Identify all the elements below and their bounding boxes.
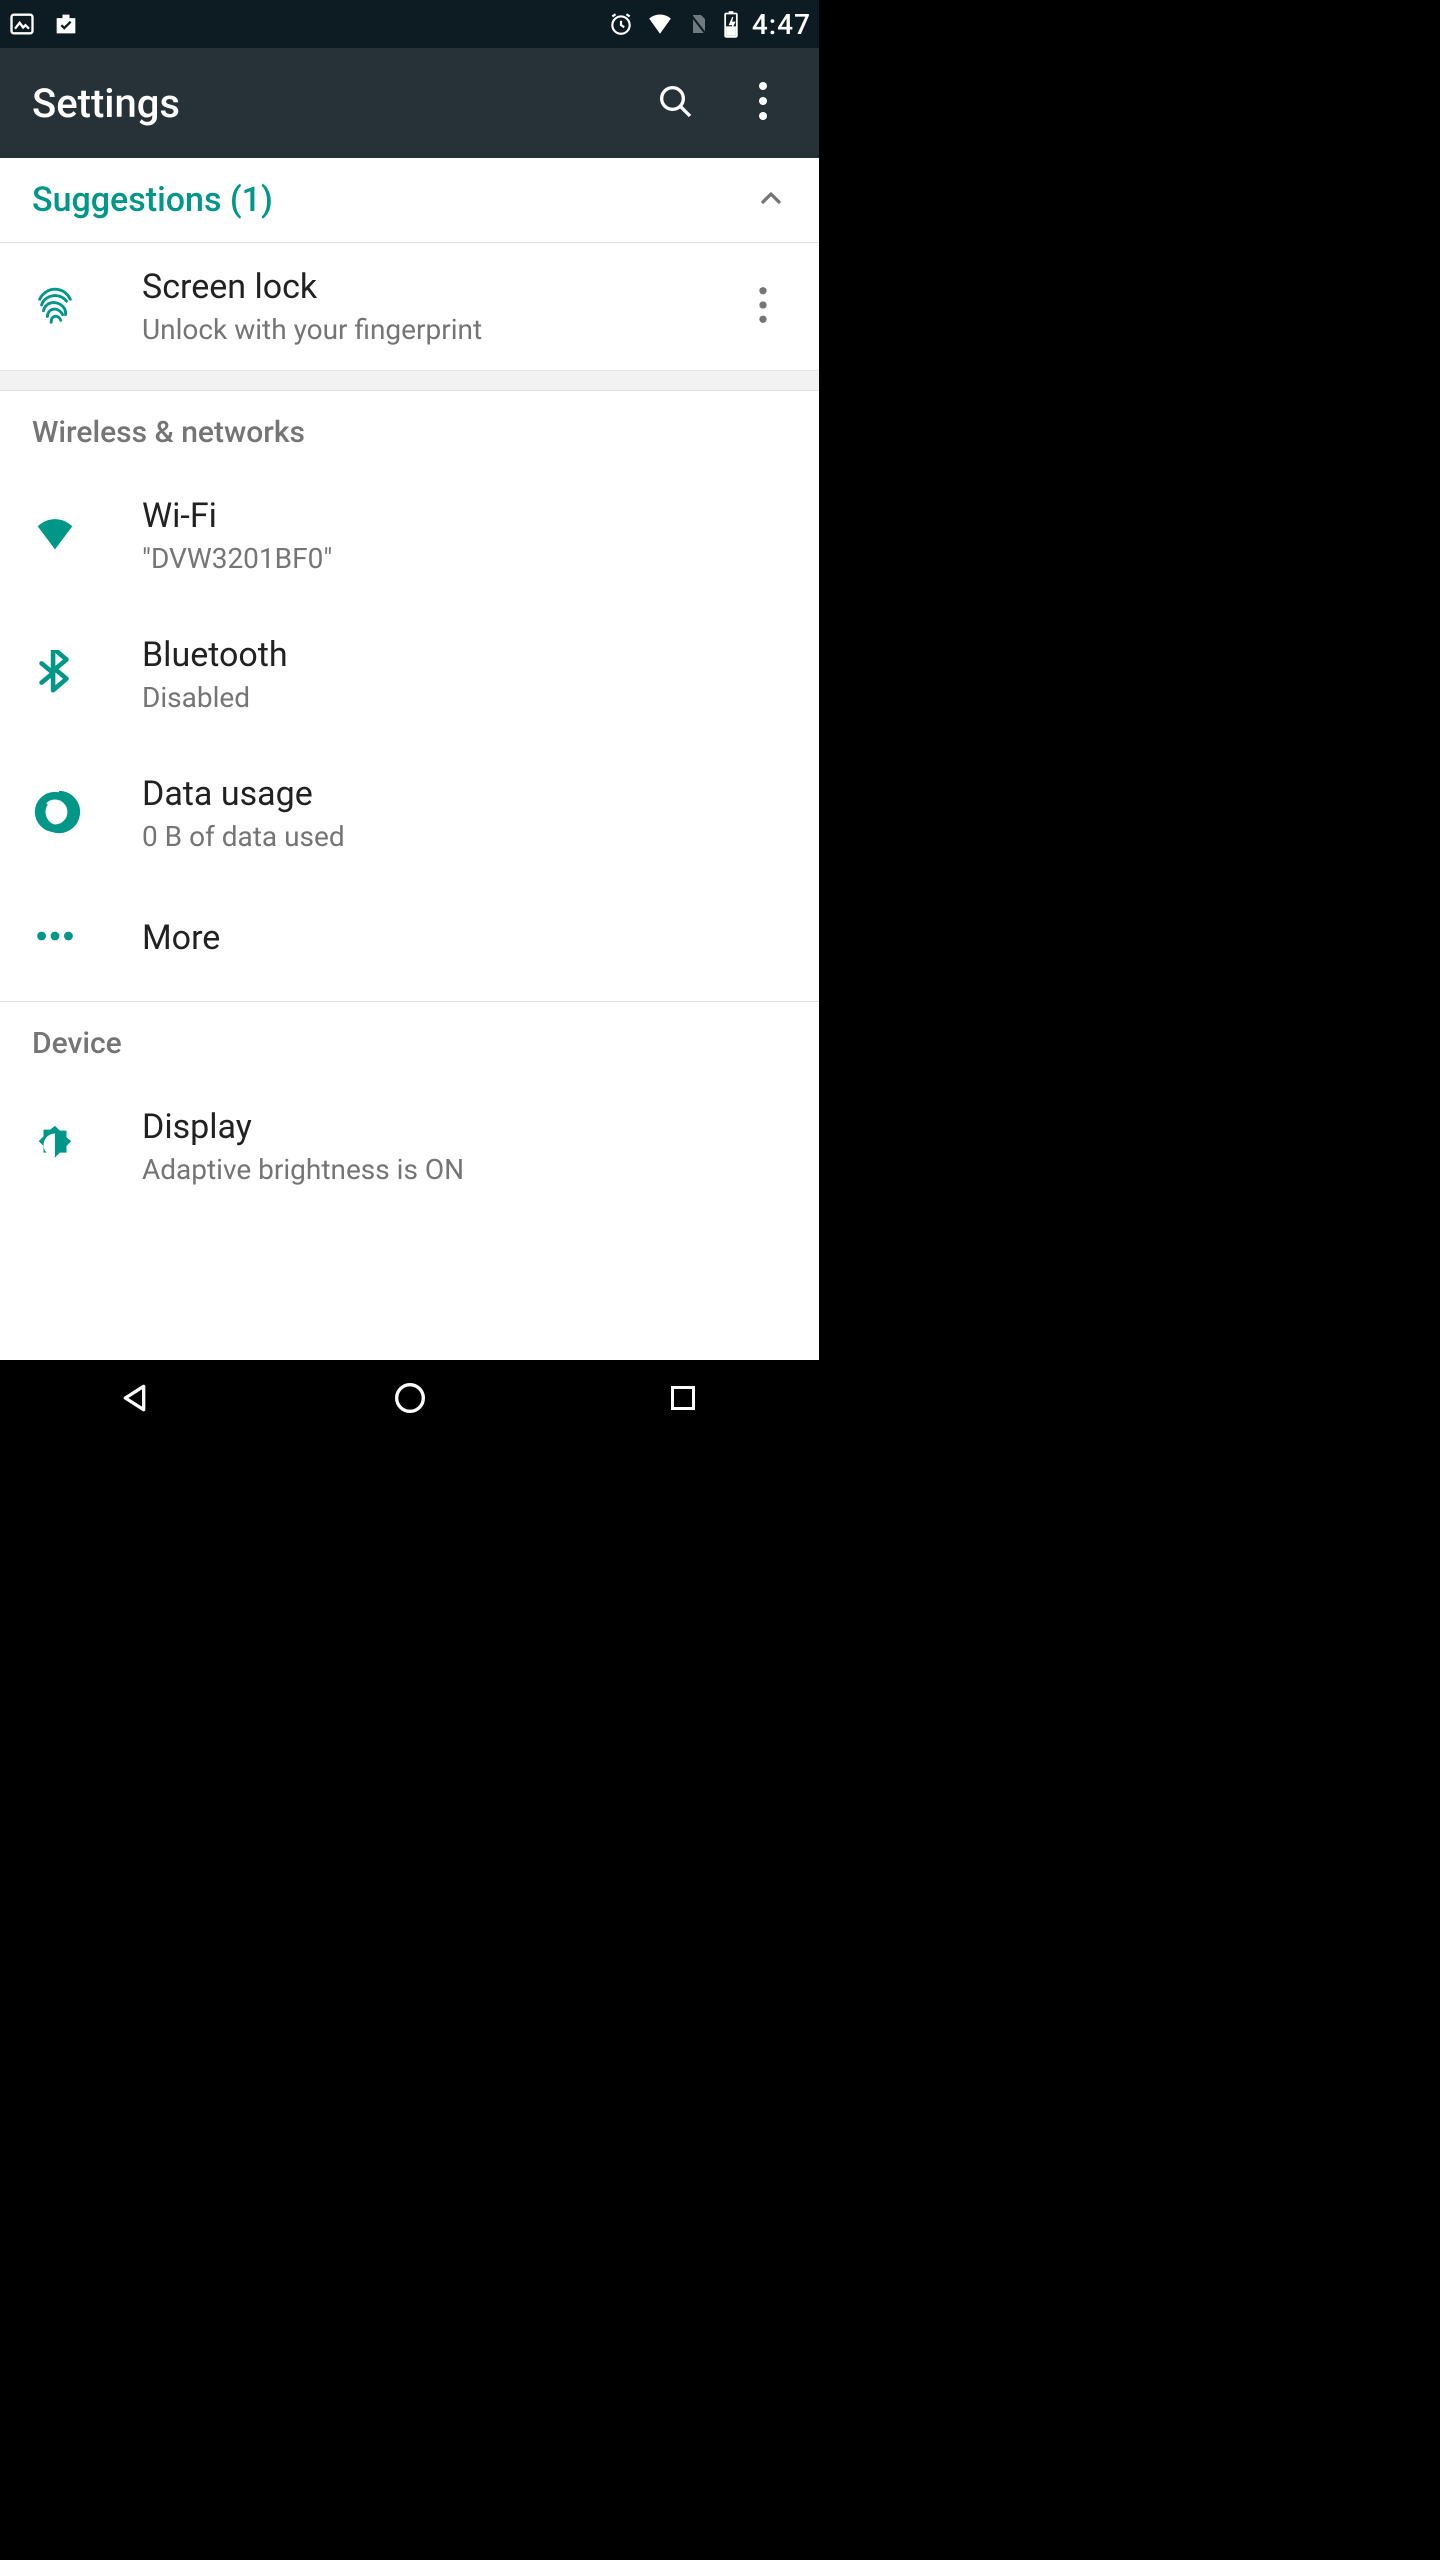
battery-charging-icon <box>722 10 740 38</box>
status-time: 4:47 <box>752 8 811 41</box>
chevron-up-icon <box>755 199 787 218</box>
nav-recent-button[interactable] <box>623 1376 743 1424</box>
section-header-wireless: Wireless & networks <box>0 391 819 466</box>
section-header-label: Wireless & networks <box>32 415 787 450</box>
briefcase-check-icon <box>52 10 80 38</box>
more-vert-icon <box>757 81 769 125</box>
section-header-device: Device <box>0 1002 819 1077</box>
overflow-menu-button[interactable] <box>739 79 787 127</box>
data-usage-icon <box>32 789 82 839</box>
section-gap <box>0 371 819 391</box>
setting-title: Display <box>142 1107 795 1147</box>
wifi-icon <box>32 511 78 561</box>
search-button[interactable] <box>651 79 699 127</box>
setting-title: Data usage <box>142 774 795 814</box>
no-sim-icon <box>686 10 710 38</box>
setting-title: Bluetooth <box>142 635 795 675</box>
page-title: Settings <box>32 80 180 127</box>
suggestion-screen-lock[interactable]: Screen lock Unlock with your fingerprint <box>0 243 819 371</box>
setting-wifi[interactable]: Wi-Fi "DVW3201BF0" <box>0 466 819 605</box>
section-header-label: Device <box>32 1026 787 1061</box>
setting-subtitle: "DVW3201BF0" <box>142 542 795 575</box>
suggestions-header[interactable]: Suggestions (1) <box>0 158 819 243</box>
setting-data-usage[interactable]: Data usage 0 B of data used <box>0 744 819 883</box>
more-vert-icon <box>758 286 768 328</box>
navigation-bar <box>0 1360 819 1440</box>
more-horiz-icon <box>32 913 78 963</box>
setting-title: More <box>142 918 795 958</box>
setting-title: Wi-Fi <box>142 496 795 536</box>
home-icon <box>390 1378 430 1422</box>
setting-subtitle: Adaptive brightness is ON <box>142 1153 795 1186</box>
recent-apps-icon <box>665 1380 701 1420</box>
setting-subtitle: 0 B of data used <box>142 820 795 853</box>
back-icon <box>117 1378 157 1422</box>
search-icon <box>655 81 695 125</box>
app-bar: Settings <box>0 48 819 158</box>
suggestion-title: Screen lock <box>142 267 731 307</box>
collapse-button[interactable] <box>755 182 787 218</box>
suggestion-overflow-button[interactable] <box>731 286 795 328</box>
wifi-icon <box>646 11 674 37</box>
setting-display[interactable]: Display Adaptive brightness is ON <box>0 1077 819 1216</box>
nav-home-button[interactable] <box>350 1376 470 1424</box>
suggestions-label: Suggestions (1) <box>32 180 273 220</box>
setting-more[interactable]: More <box>0 883 819 993</box>
setting-subtitle: Disabled <box>142 681 795 714</box>
fingerprint-icon <box>32 282 78 332</box>
gallery-icon <box>8 10 36 38</box>
setting-bluetooth[interactable]: Bluetooth Disabled <box>0 605 819 744</box>
suggestion-subtitle: Unlock with your fingerprint <box>142 313 731 346</box>
bluetooth-icon <box>32 650 78 700</box>
brightness-icon <box>32 1122 78 1172</box>
alarm-icon <box>608 11 634 37</box>
status-bar: 4:47 <box>0 0 819 48</box>
nav-back-button[interactable] <box>77 1376 197 1424</box>
